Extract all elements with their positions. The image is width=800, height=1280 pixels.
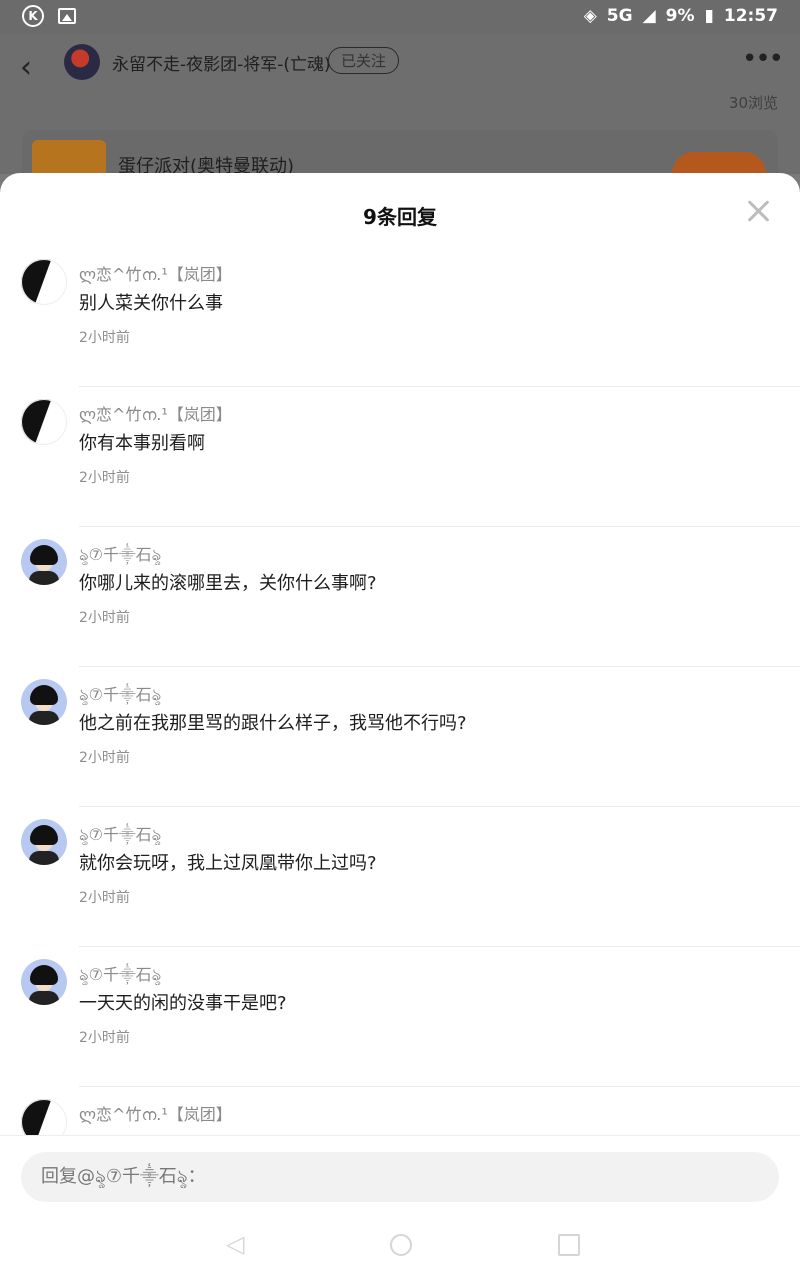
status-bar: K ◈ 5G ◢ 9% ▮ 12:57 bbox=[0, 0, 800, 34]
user-avatar[interactable] bbox=[21, 959, 67, 1005]
reply-text: 你有本事别看啊 bbox=[79, 433, 205, 454]
network-type: 5G bbox=[606, 6, 633, 26]
reply-item[interactable]: ৡ⑦千⸎石ৡ 他之前在我那里骂的跟什么样子，我骂他不行吗? 2小时前 bbox=[0, 667, 800, 807]
nav-recents-icon[interactable] bbox=[558, 1234, 580, 1256]
author-name[interactable]: 永留不走-夜影团-将军-(亡魂) bbox=[112, 50, 331, 75]
image-notification-icon bbox=[58, 8, 76, 24]
reply-username[interactable]: ৡ⑦千⸎石ৡ bbox=[79, 821, 161, 849]
reply-item[interactable]: ৡ⑦千⸎石ৡ 就你会玩呀，我上过凤凰带你上过吗? 2小时前 bbox=[0, 807, 800, 947]
reply-username[interactable]: ლ恋^竹ന.¹【岚团】 bbox=[79, 261, 232, 285]
wifi-icon: ◈ bbox=[583, 6, 597, 26]
sheet-title: 9条回复 bbox=[363, 205, 437, 229]
signal-icon: ◢ bbox=[642, 6, 656, 26]
follow-button[interactable]: 已关注 bbox=[328, 47, 400, 74]
view-count: 30浏览 bbox=[728, 94, 778, 112]
reply-username[interactable]: ლ恋^竹ന.¹【岚团】 bbox=[79, 401, 232, 425]
user-avatar[interactable] bbox=[21, 259, 67, 305]
user-avatar[interactable] bbox=[21, 399, 67, 445]
user-avatar[interactable] bbox=[21, 679, 67, 725]
reply-text: 就你会玩呀，我上过凤凰带你上过吗? bbox=[79, 853, 377, 874]
replies-sheet: 9条回复 ლ恋^竹ന.¹【岚团】 别人菜关你什么事 2小时前 ლ恋^竹ന.¹【岚… bbox=[0, 173, 800, 1280]
reply-item[interactable]: ৡ⑦千⸎石ৡ 一天天的闲的没事干是吧? 2小时前 bbox=[0, 947, 800, 1087]
nav-back-icon[interactable]: ◁ bbox=[226, 1230, 244, 1258]
reply-text: 你哪儿来的滚哪里去，关你什么事啊? bbox=[79, 573, 377, 594]
reply-item[interactable]: ლ恋^竹ന.¹【岚团】 bbox=[0, 1087, 800, 1135]
reply-item[interactable]: ლ恋^竹ന.¹【岚团】 你有本事别看啊 2小时前 bbox=[0, 387, 800, 527]
reply-text: 别人菜关你什么事 bbox=[79, 293, 223, 314]
reply-item[interactable]: ლ恋^竹ന.¹【岚团】 别人菜关你什么事 2小时前 bbox=[0, 247, 800, 387]
reply-text: 他之前在我那里骂的跟什么样子，我骂他不行吗? bbox=[79, 713, 467, 734]
reply-bar: 回复@ৡ⑦千⸎石ৡ： ◁ bbox=[0, 1135, 800, 1280]
battery-icon: ▮ bbox=[704, 6, 714, 26]
reply-time: 2小时前 bbox=[79, 750, 130, 766]
post-header: ‹ 永留不走-夜影团-将军-(亡魂) 已关注 ••• 30浏览 蛋仔派对(奥特曼… bbox=[0, 34, 800, 196]
reply-time: 2小时前 bbox=[79, 330, 130, 346]
reply-time: 2小时前 bbox=[79, 1030, 130, 1046]
more-icon[interactable]: ••• bbox=[742, 44, 784, 74]
reply-username[interactable]: ৡ⑦千⸎石ৡ bbox=[79, 961, 161, 989]
author-avatar[interactable] bbox=[64, 44, 100, 80]
reply-item[interactable]: ৡ⑦千⸎石ৡ 你哪儿来的滚哪里去，关你什么事啊? 2小时前 bbox=[0, 527, 800, 667]
reply-time: 2小时前 bbox=[79, 890, 130, 906]
reply-username[interactable]: ৡ⑦千⸎石ৡ bbox=[79, 681, 161, 709]
k-app-icon: K bbox=[22, 5, 44, 27]
reply-username[interactable]: ლ恋^竹ന.¹【岚团】 bbox=[79, 1101, 232, 1125]
system-nav-bar: ◁ bbox=[0, 1224, 800, 1268]
user-avatar[interactable] bbox=[21, 539, 67, 585]
battery-percent: 9% bbox=[665, 6, 695, 26]
reply-input[interactable]: 回复@ৡ⑦千⸎石ৡ： bbox=[21, 1152, 779, 1202]
close-icon[interactable] bbox=[746, 199, 770, 223]
back-icon[interactable]: ‹ bbox=[20, 50, 32, 85]
reply-time: 2小时前 bbox=[79, 610, 130, 626]
user-avatar[interactable] bbox=[21, 819, 67, 865]
user-avatar[interactable] bbox=[21, 1099, 67, 1135]
reply-time: 2小时前 bbox=[79, 470, 130, 486]
nav-home-icon[interactable] bbox=[390, 1234, 412, 1256]
reply-username[interactable]: ৡ⑦千⸎石ৡ bbox=[79, 541, 161, 569]
reply-text: 一天天的闲的没事干是吧? bbox=[79, 993, 287, 1014]
reply-list[interactable]: ლ恋^竹ന.¹【岚团】 别人菜关你什么事 2小时前 ლ恋^竹ന.¹【岚团】 你有… bbox=[0, 247, 800, 1135]
clock: 12:57 bbox=[723, 6, 778, 26]
